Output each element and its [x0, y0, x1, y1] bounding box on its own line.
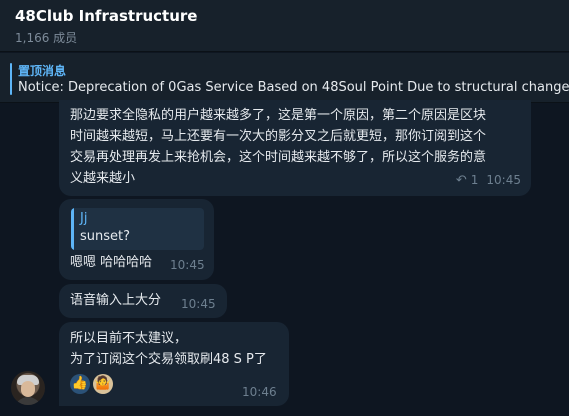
reply-count[interactable]: 1 [471, 173, 479, 187]
message-text: 嗯嗯 哈哈哈哈 [70, 255, 153, 270]
thumbs-up-icon[interactable]: 👍 [70, 374, 90, 394]
message-time: 10:45 [170, 258, 205, 272]
reply-arrow-icon[interactable]: ↶ [456, 173, 467, 188]
avatar-face [21, 381, 35, 397]
message-time: 10:45 [486, 173, 521, 187]
quote-author: Jj [80, 211, 88, 226]
message-bubble[interactable]: Jj sunset? 嗯嗯 哈哈哈哈 10:45 [59, 199, 214, 280]
message-meta: ↶ 1 10:45 [456, 173, 521, 188]
pinned-label: 置顶消息 [18, 64, 67, 78]
chat-title[interactable]: 48Club Infrastructure [15, 7, 197, 25]
avatar-body [14, 397, 42, 405]
reply-quote[interactable]: Jj sunset? [71, 208, 204, 250]
member-count: 1,166 成员 [15, 31, 78, 45]
quote-accent-bar [71, 208, 74, 250]
shrug-emoji-icon[interactable]: 🤷 [93, 374, 113, 394]
message-text: 所以目前不太建议， 为了订阅这个交易领取刷48 S P了 [70, 331, 267, 367]
message-bubble[interactable]: 语音输入上大分 10:45 [59, 284, 227, 318]
avatar[interactable] [11, 371, 45, 405]
quote-text: sunset? [80, 229, 131, 244]
pinned-message-bar[interactable]: 置顶消息 Notice: Deprecation of 0Gas Service… [0, 53, 569, 103]
message-bubble[interactable]: 所以目前不太建议， 为了订阅这个交易领取刷48 S P了 👍 🤷 10:46 [59, 322, 289, 406]
message-time: 10:46 [242, 385, 277, 399]
reactions: 👍 🤷 [70, 374, 113, 394]
message-bubble[interactable]: 那边要求全隐私的用户越来越多了，这是第一个原因，第二个原因是区块 时间越来越短，… [59, 100, 531, 196]
chat-header[interactable]: 48Club Infrastructure 1,166 成员 [0, 0, 569, 52]
message-text: 语音输入上大分 [70, 293, 162, 308]
pinned-text: Notice: Deprecation of 0Gas Service Base… [18, 80, 569, 95]
pinned-accent-bar [10, 63, 12, 95]
message-time: 10:45 [181, 297, 216, 311]
